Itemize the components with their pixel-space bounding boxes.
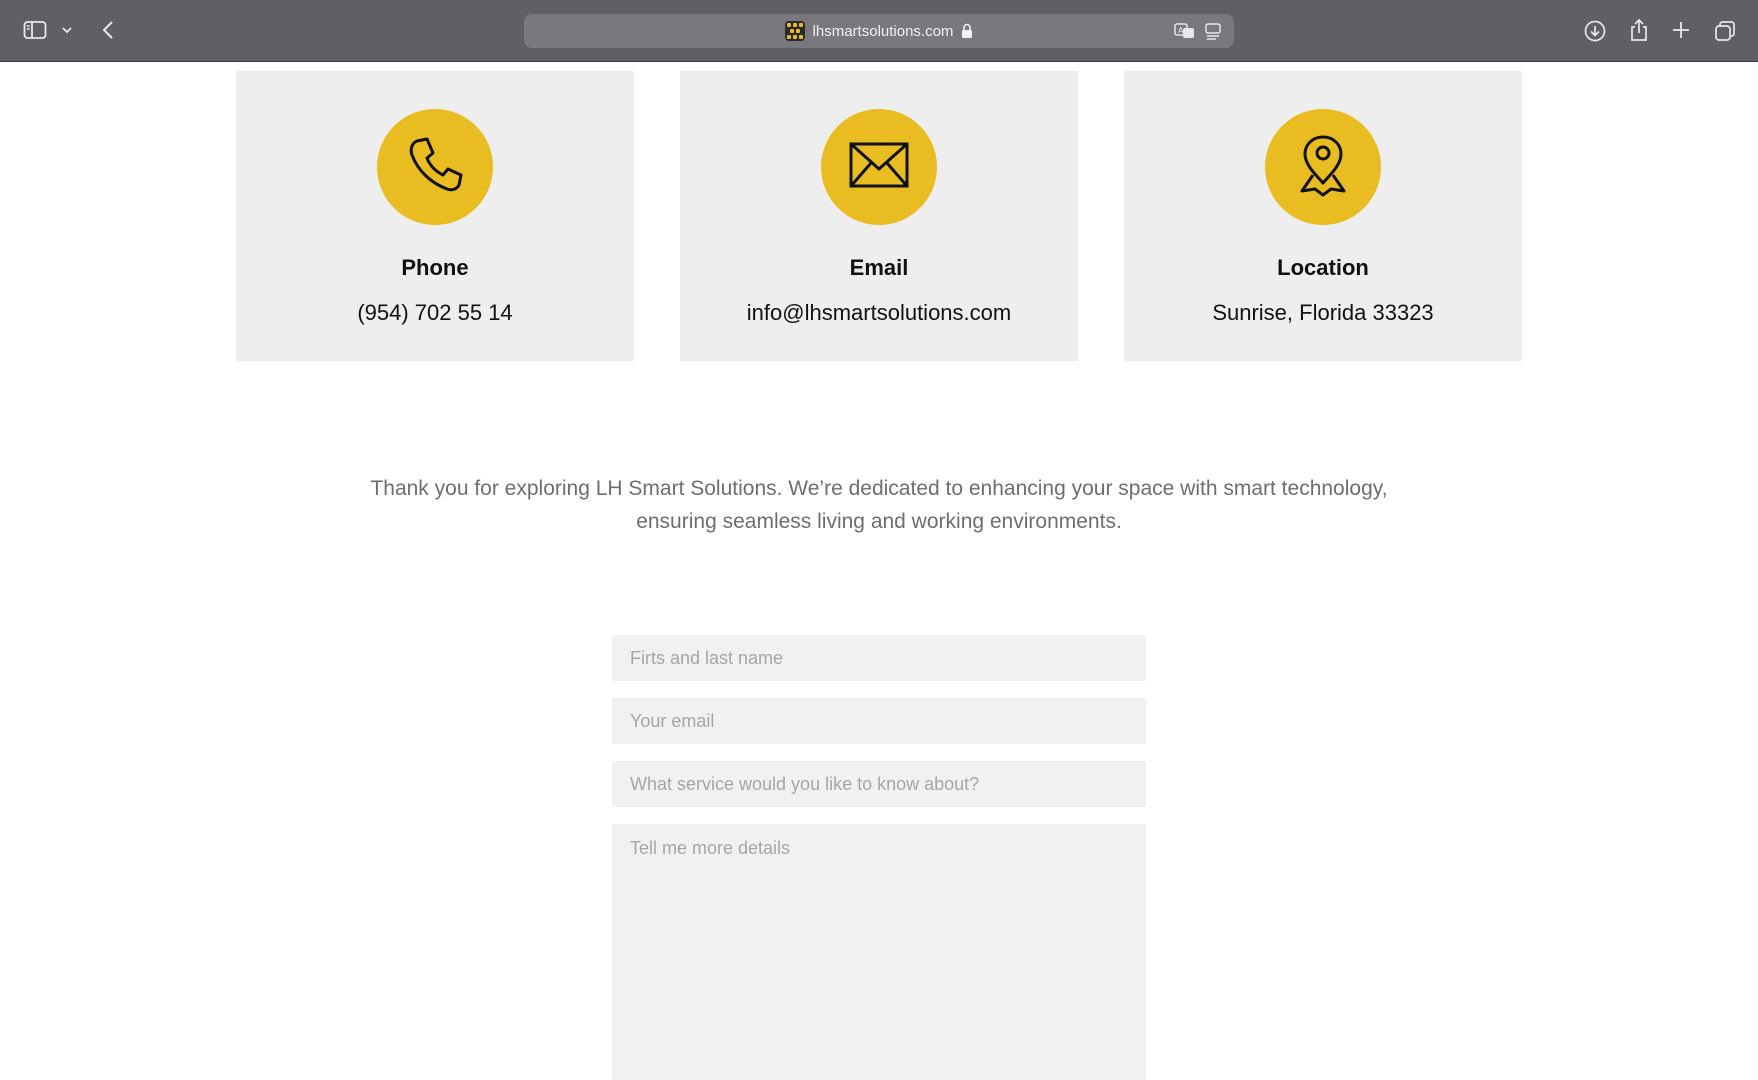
location-pin-icon bbox=[1298, 133, 1348, 202]
email-address[interactable]: info@lhsmartsolutions.com bbox=[680, 300, 1078, 326]
details-textarea[interactable] bbox=[612, 824, 1146, 1080]
intro-line-1: Thank you for exploring LH Smart Solutio… bbox=[370, 477, 1388, 500]
card-title: Location bbox=[1277, 255, 1369, 280]
service-input[interactable] bbox=[612, 761, 1146, 807]
location-address: Sunrise, Florida 33323 bbox=[1212, 300, 1434, 325]
intro-line-2: ensuring seamless living and working env… bbox=[636, 510, 1122, 533]
contact-cards: Phone (954) 702 55 14 Email info@lhsmart… bbox=[236, 71, 1522, 361]
translate-icon[interactable]: A bbox=[1174, 21, 1196, 46]
card-title: Phone bbox=[401, 255, 469, 280]
contact-card-phone: Phone (954) 702 55 14 bbox=[236, 71, 634, 361]
phone-icon bbox=[403, 133, 467, 202]
svg-text:A: A bbox=[1178, 26, 1184, 35]
sidebar-toggle-icon[interactable] bbox=[22, 19, 48, 41]
location-icon-badge bbox=[1265, 109, 1381, 225]
back-icon[interactable] bbox=[98, 18, 118, 42]
share-icon[interactable] bbox=[1627, 17, 1651, 43]
new-tab-icon[interactable] bbox=[1670, 19, 1692, 41]
chevron-down-icon[interactable] bbox=[60, 22, 74, 38]
envelope-icon bbox=[848, 141, 910, 194]
lock-icon bbox=[961, 23, 973, 39]
reader-icon[interactable] bbox=[1204, 21, 1222, 46]
address-bar[interactable]: lhsmartsolutions.com A bbox=[524, 14, 1234, 48]
intro-text: Thank you for exploring LH Smart Solutio… bbox=[300, 472, 1458, 538]
contact-card-location: Location Sunrise, Florida 33323 bbox=[1124, 71, 1522, 361]
card-title: Email bbox=[849, 255, 909, 280]
contact-card-email: Email info@lhsmartsolutions.com bbox=[680, 71, 1078, 361]
phone-number[interactable]: (954) 702 55 14 bbox=[236, 300, 634, 326]
name-input[interactable] bbox=[612, 635, 1146, 681]
download-icon[interactable] bbox=[1583, 19, 1607, 43]
phone-icon-badge bbox=[377, 109, 493, 225]
url-text: lhsmartsolutions.com bbox=[812, 22, 954, 40]
email-input[interactable] bbox=[612, 698, 1146, 744]
browser-toolbar: lhsmartsolutions.com A bbox=[0, 0, 1758, 62]
tab-overview-icon[interactable] bbox=[1713, 19, 1737, 43]
site-favicon-icon bbox=[784, 21, 805, 41]
envelope-icon-badge bbox=[821, 109, 937, 225]
